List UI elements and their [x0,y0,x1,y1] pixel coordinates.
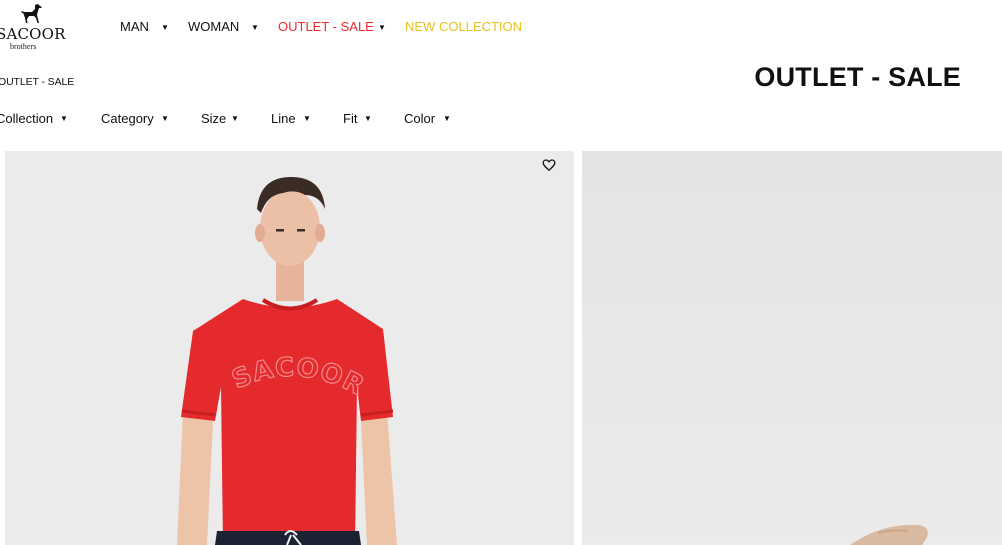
caret-down-icon[interactable]: ▼ [364,115,372,123]
filter-fit[interactable]: Fit [343,110,357,128]
top-header: SACOOR brothers MAN ▼ WOMAN ▼ OUTLET - S… [0,0,1002,56]
filter-color[interactable]: Color [404,110,435,128]
greyhound-dog-icon [21,4,42,23]
product-card[interactable]: SACOOR [5,151,574,545]
caret-down-icon[interactable]: ▼ [161,115,169,123]
page-title: OUTLET - SALE [754,62,961,92]
product-image[interactable] [582,151,1002,545]
brand-name: SACOOR [0,25,66,43]
caret-down-icon[interactable]: ▼ [251,24,259,32]
filter-line[interactable]: Line [271,110,296,128]
breadcrumb[interactable]: OUTLET - SALE [0,76,74,88]
heart-outline-icon[interactable] [542,158,556,172]
nav-item-man[interactable]: MAN [120,18,149,36]
brand-logo[interactable]: SACOOR brothers [0,3,66,51]
caret-down-icon[interactable]: ▼ [161,24,169,32]
filter-size[interactable]: Size [201,110,226,128]
caret-down-icon[interactable]: ▼ [378,24,386,32]
caret-down-icon[interactable]: ▼ [443,115,451,123]
filter-category[interactable]: Category [101,110,154,128]
caret-down-icon[interactable]: ▼ [303,115,311,123]
caret-down-icon[interactable]: ▼ [231,115,239,123]
brand-subtitle: brothers [10,42,37,51]
filter-collection[interactable]: Collection [0,110,53,128]
product-card[interactable] [582,151,1002,545]
nav-item-woman[interactable]: WOMAN [188,18,239,36]
caret-down-icon[interactable]: ▼ [60,115,68,123]
nav-item-outlet-sale[interactable]: OUTLET - SALE [278,18,374,36]
product-image[interactable]: SACOOR [5,151,574,545]
nav-item-new-collection[interactable]: NEW COLLECTION [405,18,522,36]
